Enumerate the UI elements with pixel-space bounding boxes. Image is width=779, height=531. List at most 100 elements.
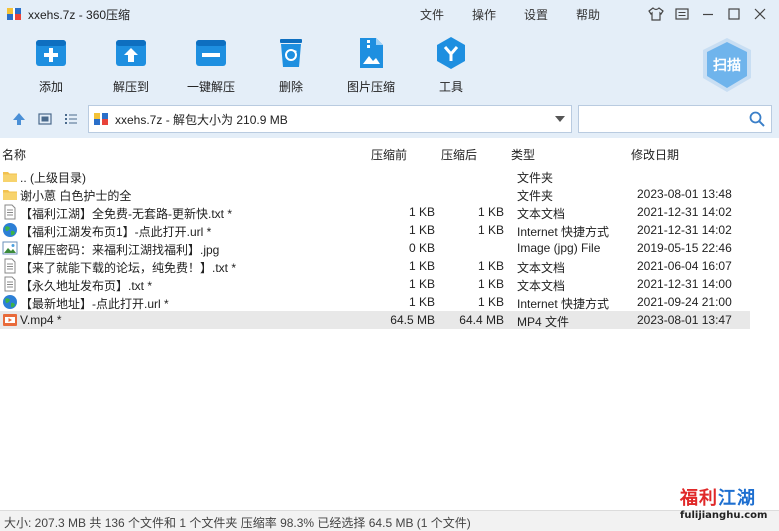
feedback-button[interactable] [669, 4, 695, 24]
file-row[interactable]: .. (上级目录) 文件夹 [0, 167, 750, 185]
search-field [578, 105, 772, 133]
file-name: V.mp4 * [20, 313, 62, 327]
file-name: .. (上级目录) [20, 171, 86, 185]
one-click-extract-icon [196, 40, 226, 66]
file-row[interactable]: 【福利江湖】全免费-无套路-更新快.txt * 1 KB 1 KB 文本文档 2021-… [0, 203, 750, 221]
path-dropdown-button[interactable] [549, 106, 571, 132]
up-level-button[interactable] [10, 111, 28, 127]
close-icon [754, 8, 766, 20]
list-view-button[interactable] [62, 111, 80, 127]
column-header: 名称 压缩前 压缩后 类型 修改日期 [0, 145, 779, 163]
archive-app-icon [7, 8, 21, 20]
file-original-size: 1 KB [477, 205, 504, 219]
skin-button[interactable] [643, 4, 669, 24]
scan-label: 扫描 [713, 57, 741, 73]
extract-to-label: 解压到 [112, 80, 149, 94]
file-type: Internet 快捷方式 [517, 225, 610, 239]
address-bar: xxehs.7z - 解包大小为 210.9 MB [0, 100, 779, 138]
file-name: 【福利江湖发布页1】-点此打开.url * [20, 225, 212, 239]
window-controls [643, 0, 773, 28]
search-icon[interactable] [749, 111, 765, 127]
column-compressed[interactable]: 压缩前 [371, 146, 407, 163]
file-compressed-size: 64.5 MB [390, 313, 435, 327]
add-button[interactable]: 添加 [16, 36, 86, 96]
menu-help[interactable]: 帮助 [576, 6, 600, 23]
file-name: 【福利江湖】全免费-无套路-更新快.txt * [20, 207, 232, 221]
title-bar: xxehs.7z - 360压缩 文件 操作 设置 帮助 [0, 0, 779, 28]
watermark-red-text: 福利 [680, 488, 718, 509]
minimize-button[interactable] [695, 4, 721, 24]
image-compress-label: 图片压缩 [346, 80, 395, 94]
path-text: xxehs.7z - 解包大小为 210.9 MB [115, 112, 288, 127]
file-row[interactable]: 【来了就能下载的论坛，纯免费！】.txt * 1 KB 1 KB 文本文档 2021-0… [0, 257, 750, 275]
file-type: 文件夹 [517, 171, 554, 185]
path-field[interactable]: xxehs.7z - 解包大小为 210.9 MB [88, 105, 572, 133]
search-input[interactable] [579, 106, 739, 132]
file-list: .. (上级目录) 文件夹 谢小蒽 白色护士的全 文件夹 2023-08-01 13:4… [0, 167, 779, 507]
list-view-icon [65, 114, 77, 124]
delete-label: 删除 [278, 80, 303, 94]
image-compress-button[interactable]: 图片压缩 [336, 36, 406, 96]
file-row[interactable]: 【永久地址发布页】.txt * 1 KB 1 KB 文本文档 2021-12-31 14… [0, 275, 750, 293]
tools-button[interactable]: 工具 [416, 36, 486, 96]
file-type: Image (jpg) File [517, 241, 601, 255]
file-type: MP4 文件 [517, 315, 570, 329]
file-name: 【解压密码：来福利江湖找福利】.jpg [20, 243, 220, 257]
column-name[interactable]: 名称 [2, 146, 26, 163]
menu-operate[interactable]: 操作 [472, 6, 496, 23]
file-original-size: 1 KB [477, 223, 504, 237]
file-row[interactable]: 【福利江湖发布页1】-点此打开.url * 1 KB 1 KB Internet 快捷… [0, 221, 750, 239]
image-file-icon [2, 241, 18, 255]
file-date: 2023-08-01 13:48 [637, 187, 732, 201]
extract-to-button[interactable]: 解压到 [96, 36, 166, 96]
recycle-bin-icon [280, 39, 302, 67]
column-modified[interactable]: 修改日期 [631, 146, 679, 163]
menu-bar: 文件 操作 设置 帮助 [420, 0, 628, 28]
file-row[interactable]: 【解压密码：来福利江湖找福利】.jpg 0 KB Image (jpg) File 2… [0, 239, 750, 257]
scan-button[interactable]: 扫描 [700, 36, 754, 94]
file-name: 谢小蒽 白色护士的全 [20, 189, 132, 203]
file-date: 2021-06-04 16:07 [637, 259, 732, 273]
delete-button[interactable]: 删除 [256, 36, 326, 96]
menu-settings[interactable]: 设置 [524, 6, 548, 23]
watermark-url: fulijianghu.com [680, 510, 768, 521]
folder-icon [3, 172, 17, 182]
one-click-extract-label: 一键解压 [186, 80, 235, 94]
close-button[interactable] [747, 4, 773, 24]
file-row[interactable]: V.mp4 * 64.5 MB 64.4 MB MP4 文件 2023-08-01 13… [0, 311, 750, 329]
chevron-down-icon [555, 116, 565, 122]
add-label: 添加 [38, 80, 63, 94]
archive-file-icon [94, 113, 108, 125]
file-date: 2021-12-31 14:02 [637, 205, 732, 219]
one-click-extract-button[interactable]: 一键解压 [176, 36, 246, 96]
tools-icon [437, 37, 465, 69]
file-type: 文本文档 [517, 279, 566, 293]
file-compressed-size: 1 KB [408, 205, 435, 219]
file-date: 2019-05-15 22:46 [637, 241, 732, 255]
menu-file[interactable]: 文件 [420, 6, 444, 23]
internet-shortcut-icon [3, 295, 17, 309]
minimize-icon [703, 13, 713, 16]
thumbnail-view-button[interactable] [36, 111, 54, 127]
file-date: 2021-12-31 14:00 [637, 277, 732, 291]
thumbnail-view-icon [38, 113, 52, 125]
file-date: 2021-09-24 21:00 [637, 295, 732, 309]
file-compressed-size: 1 KB [408, 277, 435, 291]
add-archive-icon [36, 40, 66, 66]
maximize-icon [728, 8, 740, 20]
file-type: 文本文档 [517, 207, 566, 221]
file-compressed-size: 0 KB [408, 241, 435, 255]
column-type[interactable]: 类型 [511, 146, 535, 163]
nav-buttons [10, 111, 88, 127]
file-row[interactable]: 【最新地址】-点此打开.url * 1 KB 1 KB Internet 快捷方式 20… [0, 293, 750, 311]
text-file-icon [4, 258, 16, 274]
file-date: 2023-08-01 13:47 [637, 313, 732, 327]
file-row[interactable]: 谢小蒽 白色护士的全 文件夹 2023-08-01 13:48 [0, 185, 750, 203]
tools-label: 工具 [438, 80, 463, 94]
text-file-icon [4, 276, 16, 292]
watermark-logo: 福利江湖 fulijianghu.com [678, 484, 778, 528]
column-original[interactable]: 压缩后 [441, 146, 477, 163]
file-type: 文本文档 [517, 261, 566, 275]
file-original-size: 1 KB [477, 277, 504, 291]
maximize-button[interactable] [721, 4, 747, 24]
